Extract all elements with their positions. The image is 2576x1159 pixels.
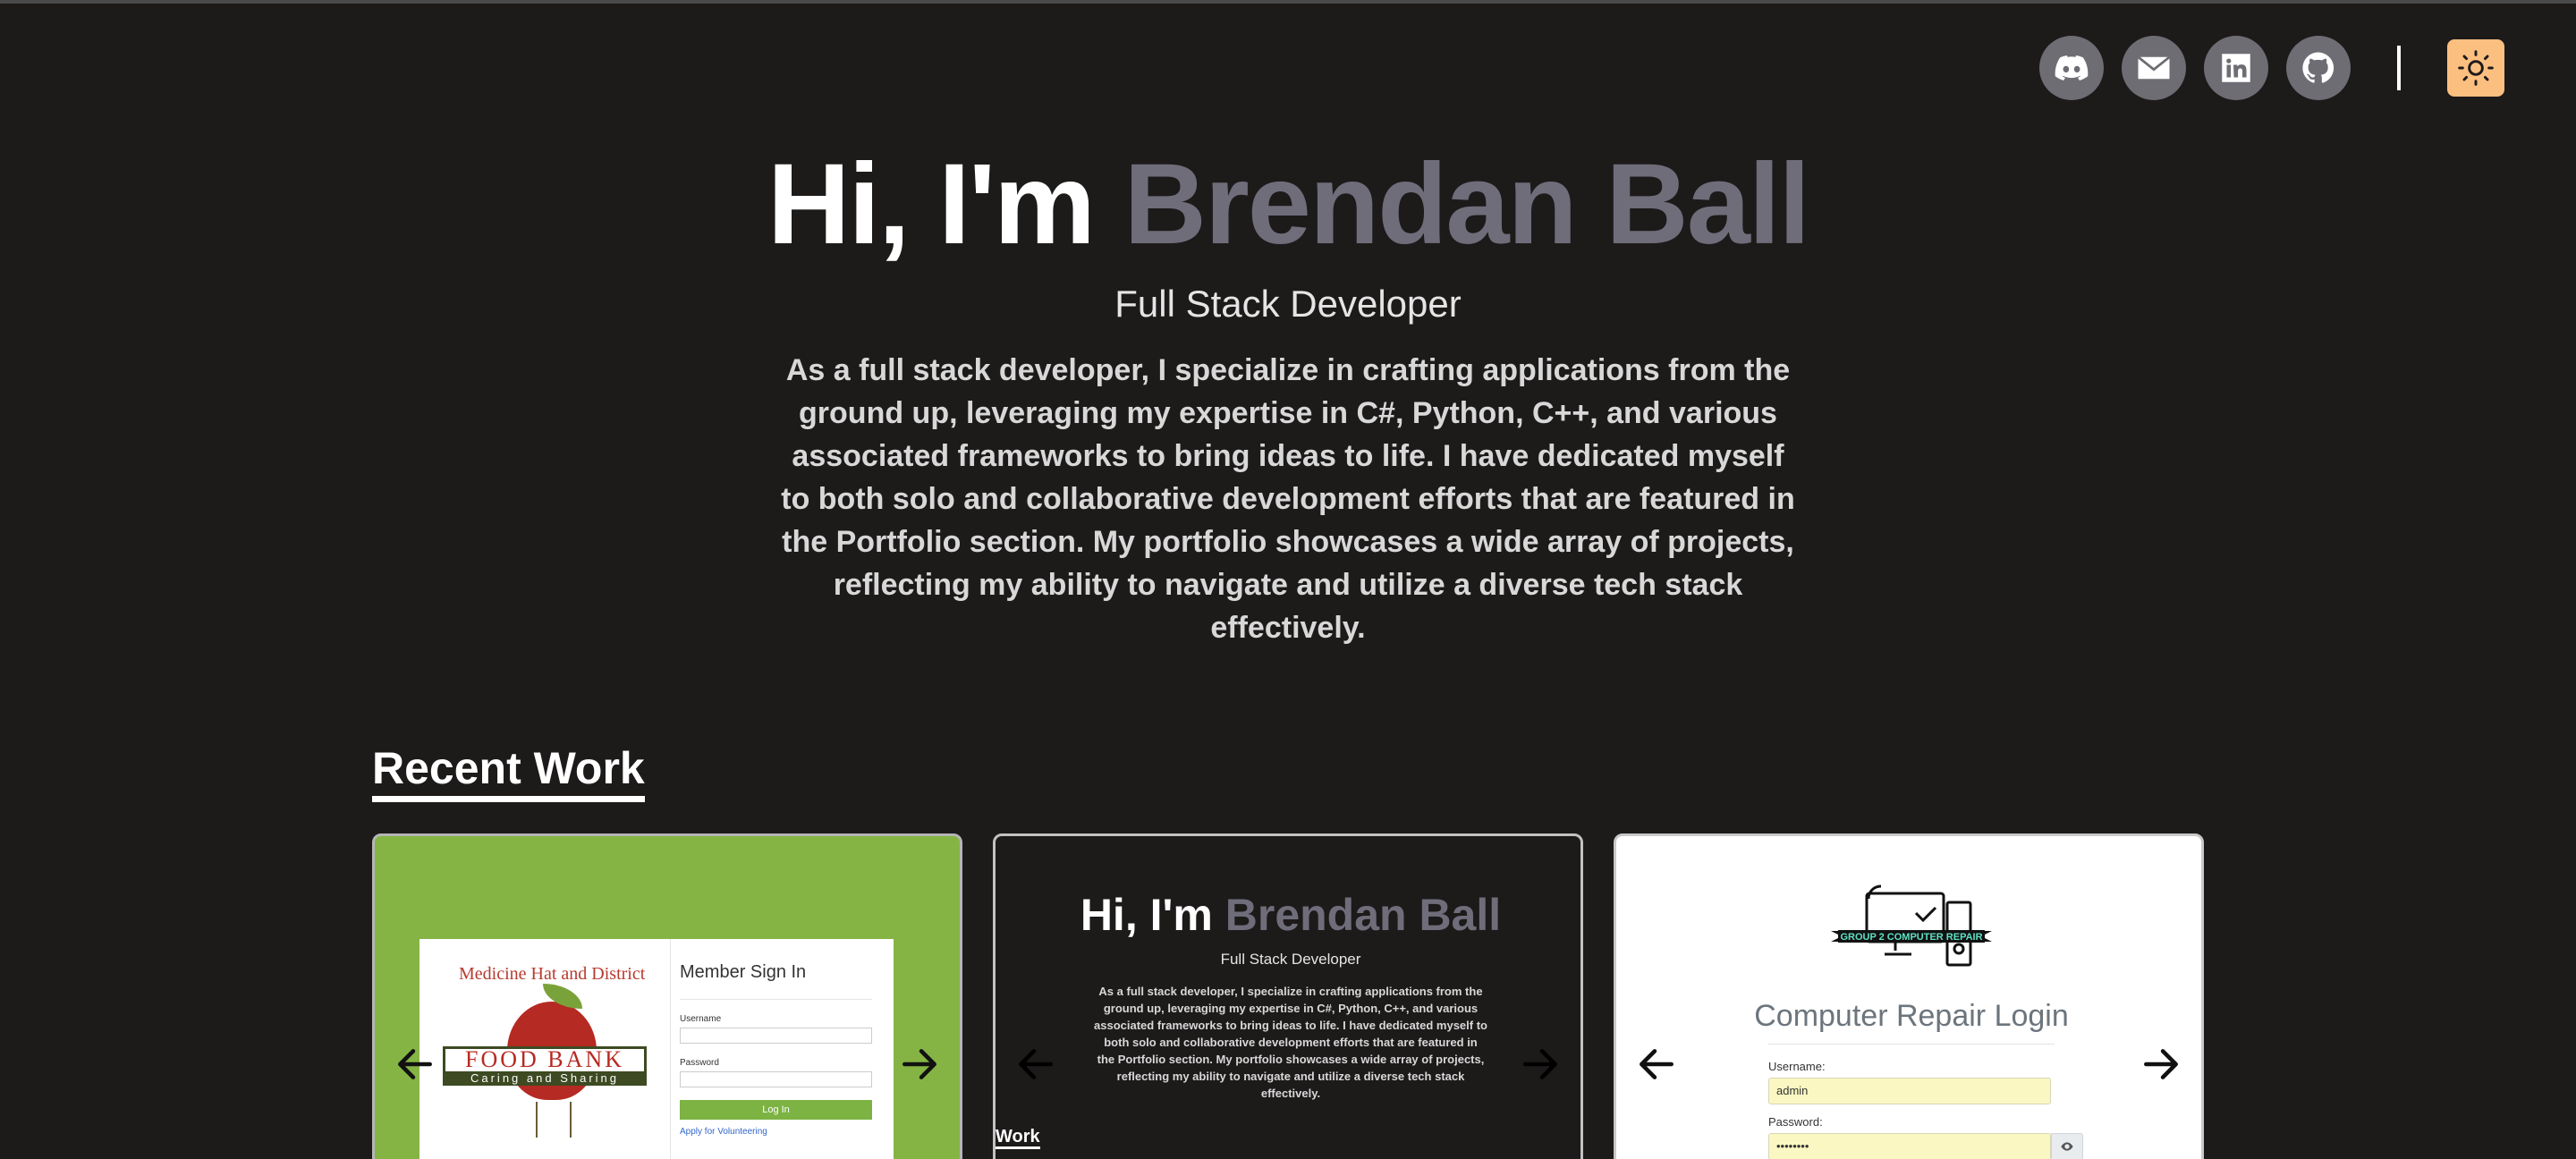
mini-hero-role: Full Stack Developer	[1220, 951, 1361, 968]
mail-icon	[2137, 55, 2171, 80]
food-bank-password-field	[680, 1071, 872, 1087]
roots-graphic	[536, 1102, 572, 1138]
hero-name: Brendan Ball	[1123, 140, 1810, 268]
discord-button[interactable]	[2039, 36, 2104, 100]
project-card-food-bank[interactable]: Medicine Hat and District FOOD BANK Cari…	[372, 833, 962, 1159]
computer-repair-title: Computer Repair Login	[1754, 999, 2069, 1033]
food-bank-logo-subtitle: Caring and Sharing	[445, 1070, 644, 1085]
project-card-portfolio[interactable]: Hi, I'm Brendan Ball Full Stack Develope…	[993, 833, 1583, 1159]
github-icon	[2302, 52, 2334, 83]
top-bar	[2039, 36, 2504, 100]
computer-repair-logo-banner: GROUP 2 COMPUTER REPAIR	[1840, 932, 1982, 943]
arrow-right-icon	[902, 1049, 936, 1079]
computer-repair-password-field: ••••••••	[1768, 1133, 2051, 1159]
mini-hero-heading: Hi, I'm Brendan Ball	[996, 888, 1580, 942]
computer-repair-username-label: Username:	[1768, 1060, 1826, 1073]
portfolio-screenshot: Hi, I'm Brendan Ball Full Stack Develope…	[996, 888, 1580, 1102]
arrow-right-icon	[1523, 1049, 1557, 1079]
sun-icon	[2458, 50, 2494, 86]
carousel-next-button[interactable]	[2139, 1042, 2183, 1087]
food-bank-banner: FOOD BANK Caring and Sharing	[443, 1046, 647, 1086]
food-bank-logo: Medicine Hat and District FOOD BANK Cari…	[419, 939, 670, 1159]
email-button[interactable]	[2122, 36, 2186, 100]
hero-bio: As a full stack developer, I specialize …	[781, 353, 1795, 645]
food-bank-form-title: Member Sign In	[680, 962, 872, 1000]
computer-repair-logo	[1831, 884, 1992, 967]
food-bank-username-field	[680, 1028, 872, 1044]
food-bank-password-label: Password	[680, 1058, 719, 1068]
food-bank-username-label: Username	[680, 1014, 722, 1024]
arrow-left-icon	[398, 1049, 432, 1079]
hero-heading: Hi, I'm Brendan Ball	[0, 138, 2576, 272]
project-card-computer-repair[interactable]: GROUP 2 COMPUTER REPAIR Computer Repair …	[1614, 833, 2204, 1159]
carousel-next-button[interactable]	[1518, 1042, 1563, 1087]
mini-hero-bio: As a full stack developer, I specialize …	[1094, 985, 1487, 1100]
computer-repair-divider	[1768, 1044, 2055, 1045]
carousel-prev-button[interactable]	[393, 1042, 437, 1087]
food-bank-logo-title: FOOD BANK	[465, 1045, 624, 1072]
food-bank-screenshot: Medicine Hat and District FOOD BANK Cari…	[419, 939, 894, 1159]
arrow-left-icon	[1019, 1049, 1053, 1079]
food-bank-volunteer-link: Apply for Volunteering	[680, 1127, 767, 1137]
mini-hero-name: Brendan Ball	[1224, 890, 1502, 940]
food-bank-logo-arc-text: Medicine Hat and District	[459, 964, 646, 984]
github-button[interactable]	[2286, 36, 2351, 100]
computer-repair-logo-banner-text: GROUP 2 COMPUTER REPAIR	[1840, 932, 1982, 943]
carousel-prev-button[interactable]	[1013, 1042, 1058, 1087]
hero-role: Full Stack Developer	[1114, 283, 1462, 325]
theme-toggle-button[interactable]	[2447, 39, 2504, 97]
mini-hero-greeting: Hi, I'm	[1080, 890, 1225, 940]
carousel-prev-button[interactable]	[1634, 1042, 1679, 1087]
hero-section: Hi, I'm Brendan Ball Full Stack Develope…	[0, 138, 2576, 649]
eye-icon	[2061, 1142, 2073, 1151]
food-bank-login-form: Member Sign In Username Password Log In …	[670, 939, 894, 1159]
discord-icon	[2055, 55, 2089, 80]
arrow-left-icon	[1640, 1049, 1674, 1079]
food-bank-login-button: Log In	[680, 1100, 872, 1120]
hero-greeting: Hi, I'm	[767, 140, 1124, 268]
computer-repair-username-field: admin	[1768, 1078, 2051, 1104]
arrow-right-icon	[2144, 1049, 2178, 1079]
toolbar-divider	[2397, 46, 2401, 90]
computer-repair-password-label: Password:	[1768, 1115, 1823, 1129]
linkedin-button[interactable]	[2204, 36, 2268, 100]
show-password-toggle	[2051, 1133, 2083, 1159]
recent-work-carousel: Medicine Hat and District FOOD BANK Cari…	[372, 833, 2204, 1159]
carousel-next-button[interactable]	[897, 1042, 942, 1087]
mini-work-heading: Work	[996, 1127, 1040, 1149]
linkedin-icon	[2222, 54, 2250, 82]
recent-work-heading: Recent Work	[372, 742, 645, 802]
